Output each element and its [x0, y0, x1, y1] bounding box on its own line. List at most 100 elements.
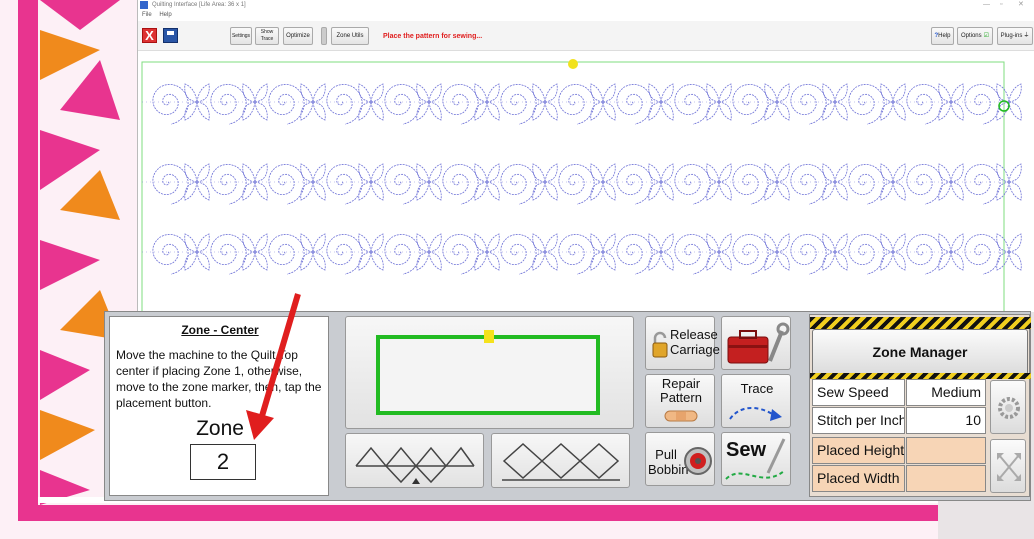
leaf-motif [834, 101, 848, 121]
leaf-motif [254, 83, 268, 103]
leaf-motif [254, 101, 268, 121]
pattern-preview[interactable] [138, 52, 1034, 312]
menu-file[interactable]: File [142, 12, 152, 18]
leaf-motif [892, 181, 906, 201]
leaf-motif [706, 233, 720, 253]
leaf-motif [950, 251, 964, 271]
placed-height-value [906, 437, 986, 464]
zone-outline [376, 330, 600, 415]
zone-number-field[interactable]: 2 [190, 444, 256, 480]
zone-placement-button[interactable] [345, 316, 634, 429]
plugins-button[interactable]: Plug-ins ⏚ [997, 27, 1033, 45]
leaf-motif [1008, 181, 1022, 201]
layout-diamonds-button[interactable] [491, 433, 630, 488]
leaf-motif [660, 251, 674, 271]
zone-utils-icon[interactable] [321, 27, 327, 45]
window-close-icon[interactable]: ✕ [1018, 0, 1024, 10]
leaf-motif [370, 251, 384, 271]
tools-button[interactable] [721, 316, 791, 370]
leaf-motif [950, 101, 964, 121]
leaf-motif [300, 83, 314, 103]
leaf-motif [428, 181, 442, 201]
spiral-motif [326, 83, 363, 125]
red-arrow-annotation [246, 293, 301, 440]
leaf-motif [254, 233, 268, 253]
optimize-button[interactable]: Optimize [283, 27, 313, 45]
leaf-motif [880, 163, 894, 183]
settings-gear-button[interactable] [990, 380, 1026, 434]
menu-bar: File Help [138, 10, 1034, 20]
gear-icon [998, 397, 1020, 419]
leaf-motif [358, 83, 372, 103]
sew-button[interactable]: Sew [721, 432, 791, 486]
leaf-motif [776, 83, 790, 103]
spiral-motif [906, 233, 943, 275]
leaf-motif [486, 181, 500, 201]
pull-bobbin-button[interactable]: Pull Bobbin [645, 432, 715, 486]
leaf-motif [474, 163, 488, 183]
repair-pattern-button[interactable]: Repair Pattern [645, 374, 715, 428]
spiral-motif [964, 83, 1001, 125]
leaf-motif [822, 233, 836, 253]
leaf-motif [776, 233, 790, 253]
leaf-motif [300, 163, 314, 183]
leaf-motif [196, 83, 210, 103]
leaf-motif [312, 83, 326, 103]
hazard-stripe-top [810, 317, 1031, 329]
leaf-motif [764, 233, 778, 253]
leaf-motif [486, 233, 500, 253]
layout-triangles-button[interactable] [345, 433, 484, 488]
resize-button[interactable] [990, 439, 1026, 493]
top-handle[interactable] [568, 59, 578, 69]
leaf-motif [254, 163, 268, 183]
spiral-motif [674, 233, 711, 275]
trace-button[interactable]: Trace [721, 374, 791, 428]
options-button[interactable]: Options ☑ [957, 27, 993, 45]
leaf-motif [938, 83, 952, 103]
leaf-motif [196, 163, 210, 183]
help-button[interactable]: ? Help [931, 27, 954, 45]
menu-help[interactable]: Help [159, 12, 171, 18]
spiral-motif [500, 83, 537, 125]
settings-button[interactable]: Settings [230, 27, 252, 45]
leaf-motif [370, 181, 384, 201]
spiral-motif [848, 83, 885, 125]
spiral-motif [732, 233, 769, 275]
leaf-motif [428, 101, 442, 121]
spiral-motif [964, 233, 1001, 275]
spiral-motif [790, 233, 827, 275]
zone-manager-button[interactable]: Zone Manager [812, 329, 1028, 375]
leaf-motif [834, 251, 848, 271]
leaf-motif [428, 163, 442, 183]
leaf-motif [242, 163, 256, 183]
zone-utils-button[interactable]: Zone Utils [331, 27, 369, 45]
leaf-motif [660, 233, 674, 253]
pattern-canvas[interactable] [138, 52, 1034, 312]
trace-arrow-icon [729, 407, 782, 421]
leaf-motif [196, 101, 210, 121]
leaf-motif [544, 181, 558, 201]
quilt-pattern [142, 83, 1022, 275]
stitch-per-inch-value[interactable]: 10 [906, 407, 986, 434]
spiral-motif [616, 83, 653, 125]
placed-width-label: Placed Width [812, 465, 905, 492]
stitch-per-inch-label: Stitch per Inch [812, 407, 905, 434]
sew-speed-value[interactable]: Medium [906, 379, 986, 406]
leaf-motif [532, 233, 546, 253]
spiral-motif [326, 163, 363, 205]
leaf-motif [544, 101, 558, 121]
leaf-motif [370, 83, 384, 103]
close-button[interactable]: X [142, 28, 157, 43]
show-trace-button[interactable]: Show Trace [255, 27, 279, 45]
leaf-motif [706, 163, 720, 183]
save-button[interactable] [163, 28, 178, 43]
maximize-icon[interactable]: ▫ [1000, 0, 1002, 10]
leaf-motif [370, 233, 384, 253]
expand-arrows-icon [997, 453, 1021, 481]
minimize-icon[interactable]: — [983, 0, 990, 10]
zone-utils-label: Zone Utils [336, 32, 364, 39]
leaf-motif [776, 251, 790, 271]
leaf-motif [834, 181, 848, 201]
leaf-motif [358, 233, 372, 253]
release-carriage-button[interactable]: Release Carriage [645, 316, 720, 370]
